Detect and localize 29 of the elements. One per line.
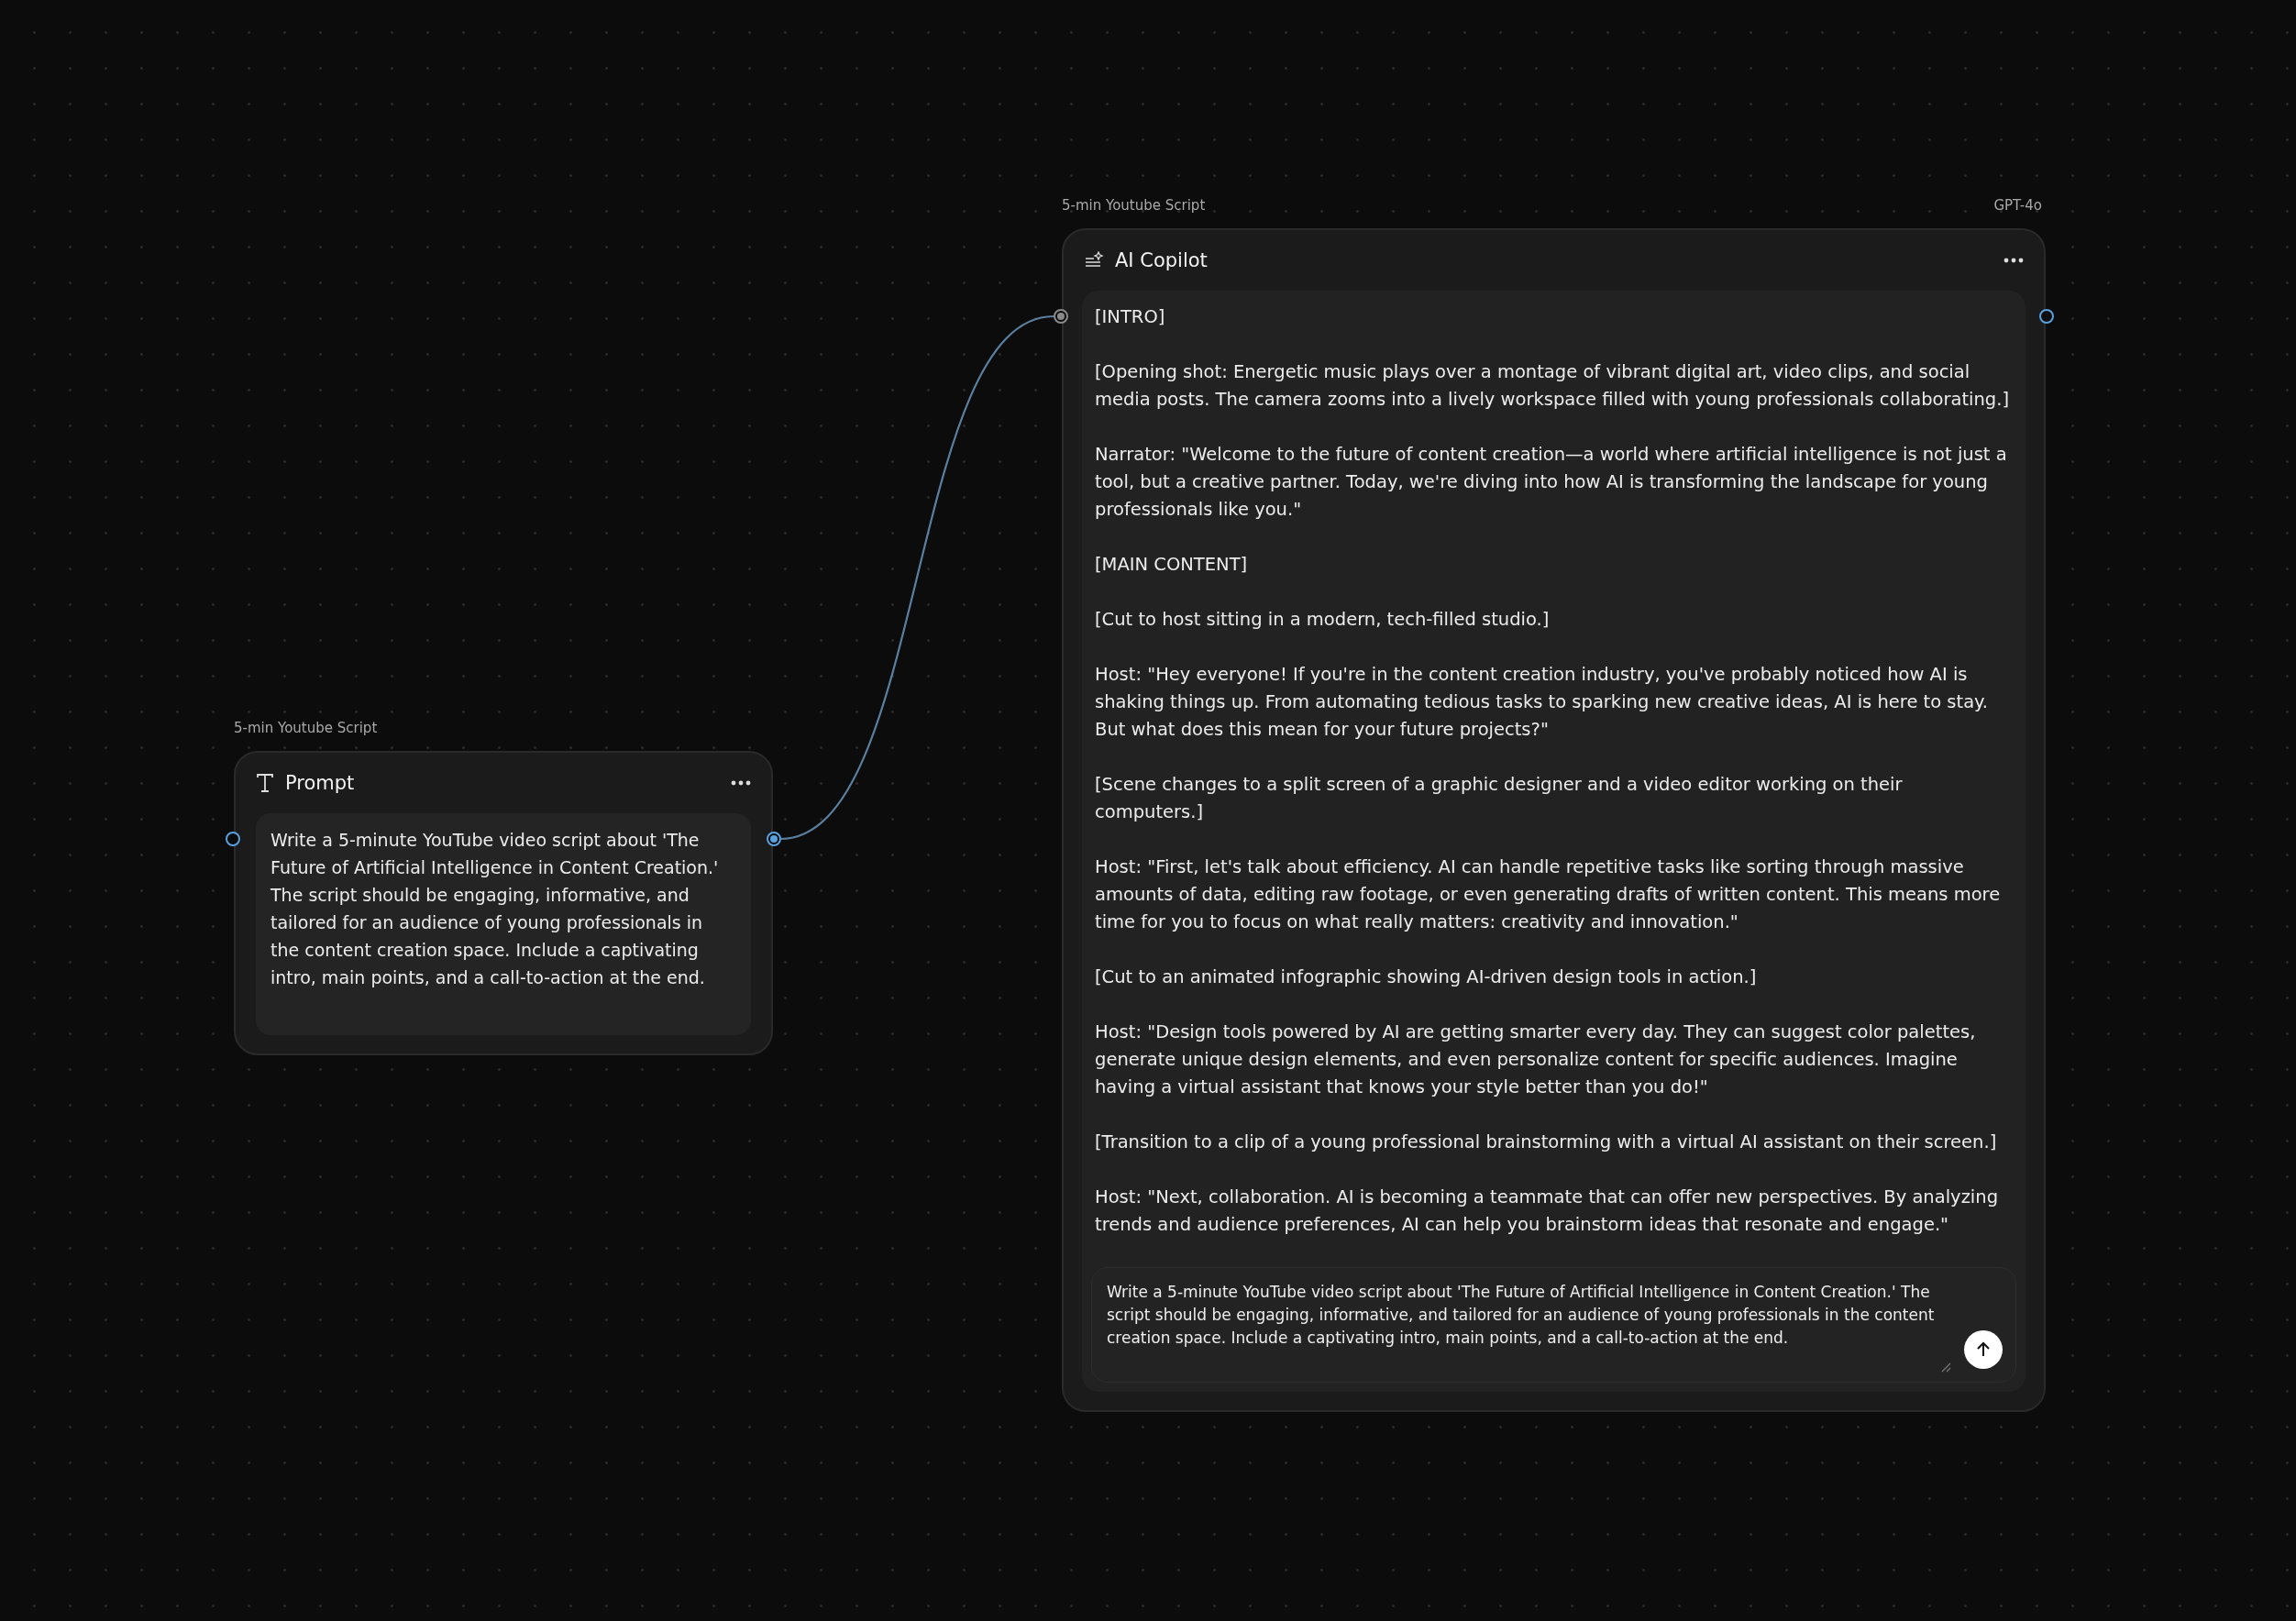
- output-paragraph: Narrator: "Welcome to the future of content creation—a world where artificial intelligence is not just a tool, but a creative partner. Today, we're diving into how AI is transforming the landscape for young professionals like you.": [1095, 443, 2008, 522]
- output-paragraph: [Opening shot: Energetic music plays over a montage of vibrant digital art, video clips, and social media posts. The camera zooms into a lively workspace filled with young professionals collaborating.]: [1095, 360, 2011, 412]
- connection-port[interactable]: [767, 832, 781, 846]
- node-title: AI Copilot: [1115, 249, 1208, 271]
- message-input[interactable]: Write a 5-minute YouTube video script about 'The Future of Artificial Intelligence in Content Creation.' The script should be engaging, informative, and tailored for an audience of young professionals in the content creation space. Include a captivating intro, main points, and a call-to-action at the end.: [1091, 1267, 2016, 1383]
- model-label: GPT-4o: [1993, 197, 2042, 214]
- output-paragraph: Host: "Hey everyone! If you're in the content creation industry, you've probably noticed how AI is shaking things up. From automating tedious tasks to sparking new creative ideas, AI is here to stay. But what does this mean for your future projects?": [1095, 663, 1990, 742]
- output-paragraph: [Cut to host sitting in a modern, tech-filled studio.]: [1095, 608, 1551, 632]
- connection-port[interactable]: [2039, 309, 2054, 324]
- output-paragraph: Host: "Next, collaboration. AI is becoming a teammate that can offer new perspectives. By analyzing trends and audience preferences, AI can help you brainstorm ideas that resonate and engage.": [1095, 1185, 2000, 1237]
- output-paragraph: [Cut to an animated infographic showing AI-driven design tools in action.]: [1095, 965, 1758, 989]
- more-options-icon[interactable]: [2003, 258, 2024, 263]
- send-button[interactable]: [1964, 1330, 2003, 1369]
- output-paragraph: [Scene changes to a split screen of a graphic designer and a video editor working on their computers.]: [1095, 773, 1904, 824]
- output-paragraph: [INTRO]: [1095, 305, 1166, 329]
- sparkle-list-icon: [1084, 251, 1104, 270]
- output-paragraph: [MAIN CONTENT]: [1095, 553, 1249, 577]
- node-group-label: 5-min Youtube Script: [1062, 197, 1206, 214]
- output-paragraph: Host: "Design tools powered by AI are getting smarter every day. They can suggest color palettes, generate unique design elements, and even personalize content for specific audiences. Imagine having a virtual assistant that knows your style better than you do!": [1095, 1020, 1977, 1099]
- output-paragraph: [Transition to a clip of a young professional brainstorming with a virtual AI assistant on their screen.]: [1095, 1130, 1998, 1154]
- resize-grip-icon[interactable]: [1940, 1362, 1951, 1373]
- connection-port[interactable]: [1054, 309, 1068, 324]
- prompt-text-field[interactable]: Write a 5-minute YouTube video script about 'The Future of Artificial Intelligence in Content Creation.' The script should be engaging, informative, and tailored for an audience of young professionals in the content creation space. Include a captivating intro, main points, and a call-to-action at the end.: [256, 813, 751, 1035]
- connection-port[interactable]: [226, 832, 240, 846]
- node-title: Prompt: [285, 772, 355, 794]
- node-group-label: 5-min Youtube Script: [234, 720, 378, 736]
- text-icon: [256, 773, 274, 793]
- output-paragraph: Host: "First, let's talk about efficiency. AI can handle repetitive tasks like sorting through massive amounts of data, editing raw footage, or even generating drafts of written content. This means more time for you to focus on what really matters: creativity and innovation.": [1095, 855, 2002, 934]
- more-options-icon[interactable]: [731, 780, 751, 786]
